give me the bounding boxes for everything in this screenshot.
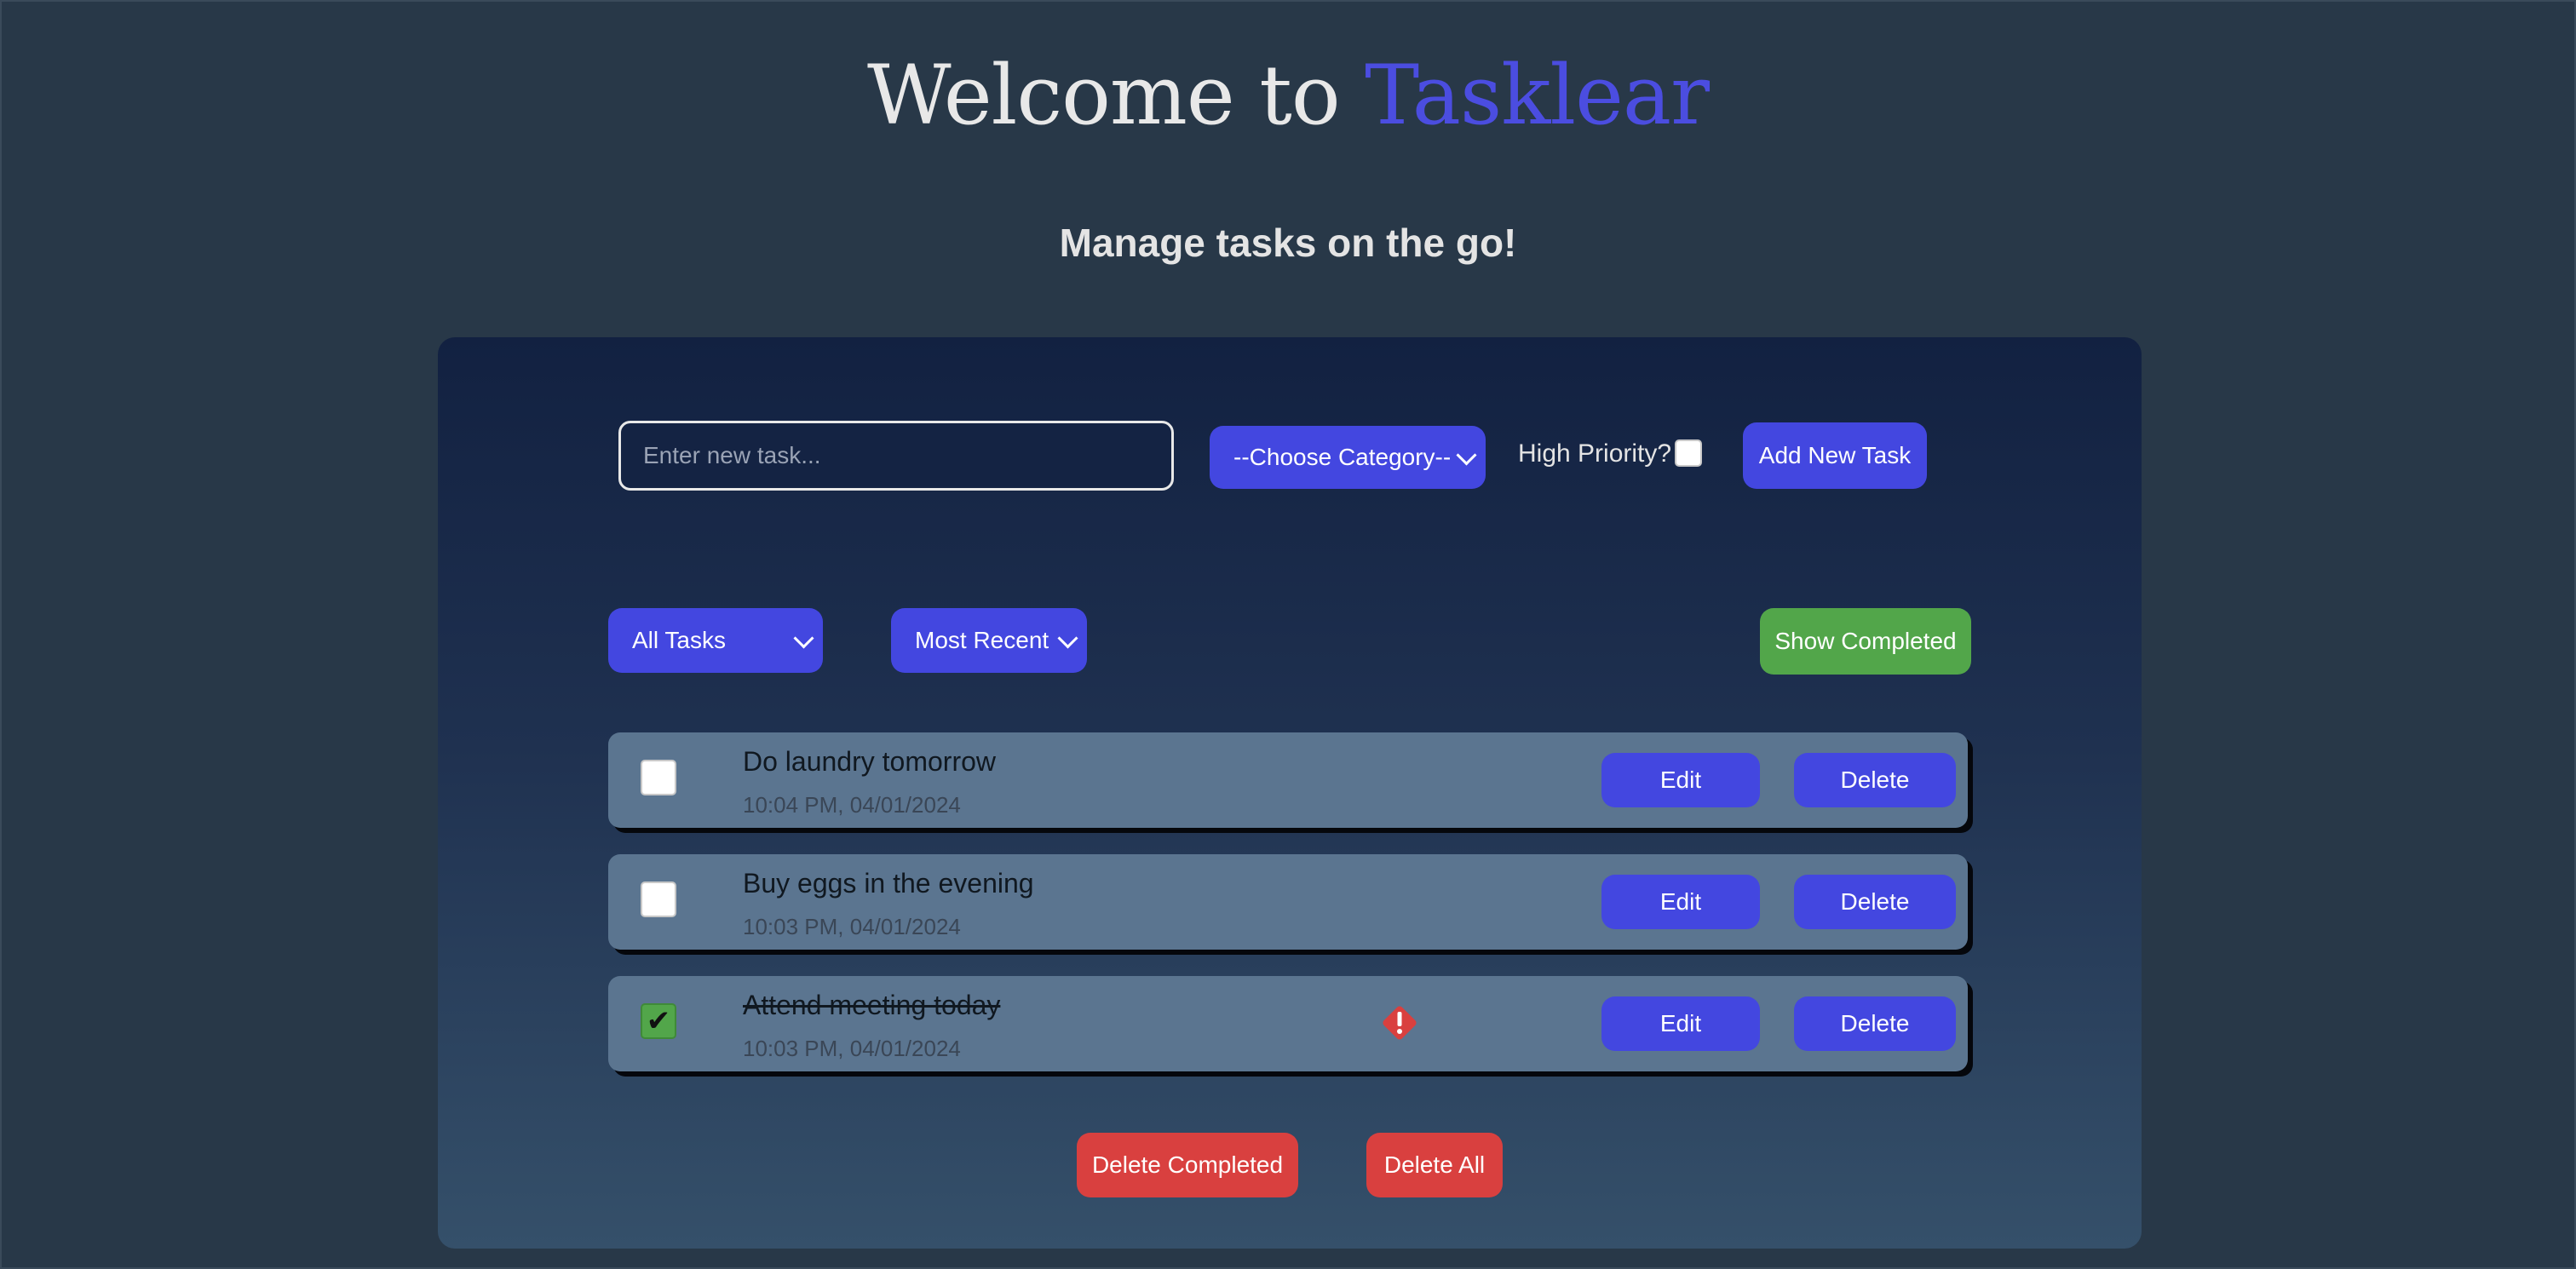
task-timestamp: 10:04 PM, 04/01/2024 <box>743 792 961 818</box>
task-checkbox[interactable] <box>641 760 676 795</box>
chevron-down-icon <box>793 628 814 649</box>
task-text: Do laundry tomorrow <box>743 746 996 777</box>
filter-select-value: All Tasks <box>632 627 726 653</box>
task-item: Buy eggs in the evening 10:03 PM, 04/01/… <box>608 854 1968 950</box>
task-item: Do laundry tomorrow 10:04 PM, 04/01/2024… <box>608 732 1968 828</box>
show-completed-button[interactable]: Show Completed <box>1760 608 1971 675</box>
edit-button[interactable]: Edit <box>1601 875 1760 929</box>
task-panel: --Choose Category-- High Priority? Add N… <box>438 337 2142 1249</box>
task-text: Buy eggs in the evening <box>743 868 1034 899</box>
page-subtitle: Manage tasks on the go! <box>1059 221 1517 265</box>
task-timestamp: 10:03 PM, 04/01/2024 <box>743 1036 961 1061</box>
high-priority-label: High Priority? <box>1518 439 1672 468</box>
edit-button[interactable]: Edit <box>1601 996 1760 1051</box>
chevron-down-icon <box>1057 628 1078 649</box>
add-task-button[interactable]: Add New Task <box>1743 422 1927 489</box>
task-timestamp: 10:03 PM, 04/01/2024 <box>743 914 961 939</box>
delete-completed-button[interactable]: Delete Completed <box>1077 1133 1298 1197</box>
chevron-down-icon <box>1456 445 1477 466</box>
delete-button[interactable]: Delete <box>1794 996 1956 1051</box>
brand-name: Tasklear <box>1365 48 1710 143</box>
sort-select[interactable]: Most Recent <box>891 608 1087 673</box>
filter-select[interactable]: All Tasks <box>608 608 823 673</box>
task-checkbox-checked[interactable]: ✔ <box>641 1003 676 1039</box>
sort-select-value: Most Recent <box>915 627 1049 653</box>
edit-button[interactable]: Edit <box>1601 753 1760 807</box>
high-priority-checkbox[interactable] <box>1675 439 1702 467</box>
page-title: Welcome to Tasklear <box>2 48 2574 143</box>
delete-all-button[interactable]: Delete All <box>1366 1133 1503 1197</box>
title-prefix: Welcome to <box>866 48 1341 143</box>
delete-button[interactable]: Delete <box>1794 753 1956 807</box>
new-task-input[interactable] <box>618 421 1174 491</box>
high-priority-icon <box>1383 1006 1417 1040</box>
category-select[interactable]: --Choose Category-- <box>1210 426 1486 489</box>
delete-button[interactable]: Delete <box>1794 875 1956 929</box>
task-item: ✔ Attend meeting today 10:03 PM, 04/01/2… <box>608 976 1968 1071</box>
task-checkbox[interactable] <box>641 881 676 917</box>
category-select-value: --Choose Category-- <box>1233 444 1452 470</box>
task-text: Attend meeting today <box>743 990 1001 1020</box>
checkmark-icon: ✔ <box>646 1004 671 1038</box>
